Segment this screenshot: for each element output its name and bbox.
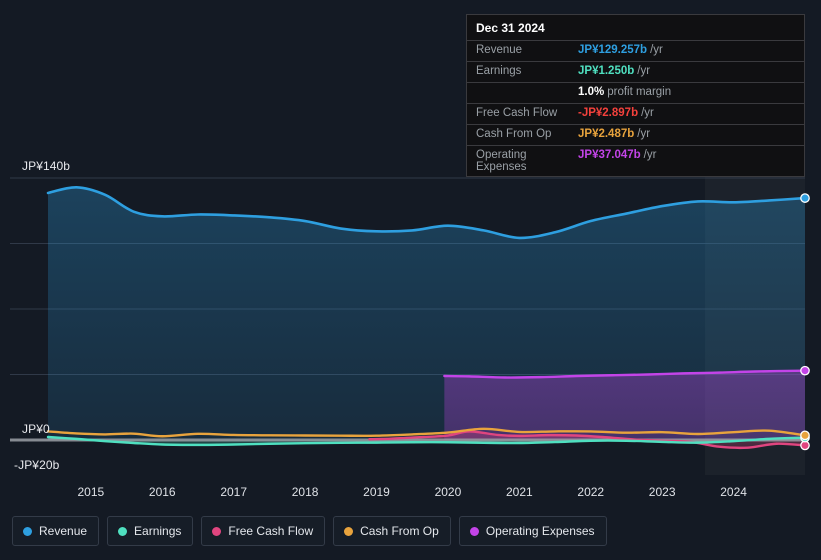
- tooltip-row-label: Earnings: [476, 65, 522, 77]
- legend-item-label: Operating Expenses: [485, 524, 595, 538]
- tooltip-row-value: JP¥37.047b: [578, 149, 641, 161]
- tooltip-row: Cash From Op JP¥2.487b/yr: [467, 124, 804, 145]
- x-axis-label-2020: 2020: [434, 485, 462, 499]
- tooltip-row: Earnings JP¥1.250b/yr: [467, 61, 804, 82]
- legend-color-dot: [23, 526, 32, 536]
- tooltip-row-suffix: /yr: [643, 149, 657, 161]
- endpoint-marker-revenue[interactable]: [800, 193, 810, 203]
- x-axis-label-2024: 2024: [720, 485, 747, 499]
- tooltip-title: Dec 31 2024: [476, 21, 545, 35]
- tooltip-rows: Revenue JP¥129.257b/yr Earnings JP¥1.250b/y…: [467, 40, 804, 176]
- legend-item-revenue[interactable]: Revenue: [12, 516, 100, 546]
- x-axis-label-2021: 2021: [505, 485, 533, 499]
- legend-item-cash-from-op[interactable]: Cash From Op: [333, 516, 451, 546]
- tooltip-row-suffix: /yr: [641, 107, 654, 119]
- x-axis-label-2022: 2022: [577, 485, 605, 499]
- y-axis-label-top: JP¥140b: [22, 159, 71, 173]
- x-axis-label-2018: 2018: [291, 485, 319, 499]
- tooltip-row-suffix: /yr: [650, 44, 663, 56]
- y-axis-label-zero: JP¥0: [22, 422, 50, 436]
- tooltip-row: Operating Expenses JP¥37.047b/yr: [467, 145, 804, 176]
- tooltip-row-label: Operating Expenses: [476, 149, 527, 173]
- legend-item-label: Earnings: [134, 524, 182, 538]
- x-axis-label-2023: 2023: [648, 485, 676, 499]
- legend-item-label: Cash From Op: [360, 524, 439, 538]
- tooltip-row-suffix: profit margin: [607, 86, 672, 98]
- legend-color-dot: [212, 526, 222, 536]
- legend-color-dot: [118, 526, 128, 536]
- x-axis-label-2016: 2016: [148, 485, 176, 499]
- data-tooltip: Dec 31 2024 Revenue JP¥129.257b/yr Earning…: [466, 14, 805, 177]
- tooltip-row-value: JP¥1.250b: [578, 65, 635, 77]
- x-axis-label-2017: 2017: [220, 485, 248, 499]
- tooltip-row-label: Revenue: [476, 44, 523, 56]
- legend-item-operating-expenses[interactable]: Operating Expenses: [458, 516, 607, 546]
- legend-color-dot: [344, 526, 354, 536]
- tooltip-row-value: -JP¥2.897b: [578, 107, 639, 119]
- tooltip-row: Revenue JP¥129.257b/yr: [467, 40, 804, 61]
- tooltip-row-suffix: /yr: [637, 128, 651, 140]
- tooltip-row-value: JP¥2.487b: [578, 128, 635, 140]
- tooltip-row-value: 1.0%: [578, 86, 605, 98]
- chart-legend[interactable]: Revenue Earnings Free Cash Flow Cash From O…: [12, 516, 607, 546]
- tooltip-row: 1.0% profit margin: [467, 82, 804, 103]
- endpoint-marker-operating-expenses[interactable]: [800, 365, 810, 376]
- legend-item-label: Revenue: [39, 524, 88, 538]
- legend-color-dot: [469, 526, 479, 536]
- chart-page: JP¥140b JP¥0 -JP¥20b 2015 2016 2017 2018 201…: [0, 0, 821, 560]
- x-axis-label-2019: 2019: [363, 485, 390, 499]
- legend-item-label: Free Cash Flow: [228, 524, 314, 538]
- y-axis-label-negative: -JP¥20b: [14, 458, 60, 472]
- legend-item-free-cash-flow[interactable]: Free Cash Flow: [201, 516, 326, 546]
- endpoint-marker-cash-from-op[interactable]: [800, 430, 810, 441]
- tooltip-row-label: Free Cash Flow: [476, 107, 558, 119]
- legend-item-earnings[interactable]: Earnings: [107, 516, 194, 546]
- x-axis-label-2015: 2015: [77, 485, 105, 499]
- tooltip-row-suffix: /yr: [637, 65, 651, 77]
- tooltip-row-value: JP¥129.257b: [578, 44, 648, 56]
- tooltip-row: Free Cash Flow -JP¥2.897b/yr: [467, 103, 804, 124]
- tooltip-row-label: Cash From Op: [476, 128, 552, 140]
